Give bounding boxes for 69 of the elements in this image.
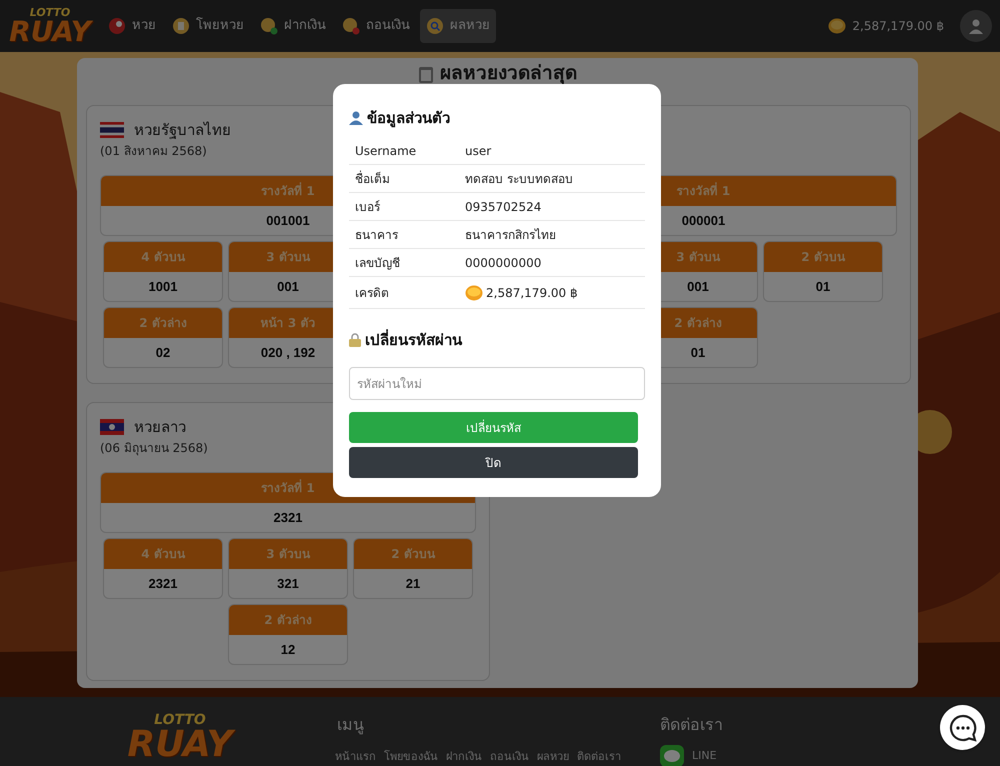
close-button[interactable]: ปิด: [349, 447, 638, 478]
coin-icon: [828, 17, 846, 35]
coin-icon: [172, 17, 190, 35]
chat-icon: [948, 714, 976, 742]
footer-link[interactable]: ผลหวย: [537, 749, 569, 766]
field-value: 0000000000: [465, 254, 542, 272]
draw-date: (06 มิถุนายน 2568): [100, 440, 208, 457]
prize-number: 001: [276, 278, 300, 296]
lock-icon: [349, 333, 361, 347]
prize-label: 2 ตัวล่าง: [104, 308, 222, 338]
prize-number: 1001: [148, 278, 178, 296]
nav-item[interactable]: ถอนเงิน: [336, 9, 416, 43]
change-password-button[interactable]: เปลี่ยนรหัส: [349, 412, 638, 443]
prize-number: 2321: [148, 574, 178, 593]
nav-item[interactable]: หวย: [102, 9, 162, 43]
field-label: ธนาคาร: [355, 226, 399, 244]
balance: 2,587,179.00 ฿: [852, 18, 944, 35]
chat-bubble-icon: [660, 745, 684, 766]
prize-number: 01: [814, 278, 832, 296]
page-title: ผลหวยงวดล่าสุด: [440, 64, 577, 83]
prize-number: 21: [404, 574, 422, 593]
field-label: Username: [355, 142, 418, 160]
prize-label: 2 ตัวบน: [764, 242, 882, 272]
flag-icon: [100, 419, 124, 435]
prize-number: 12: [280, 640, 296, 659]
search-icon: [426, 17, 444, 35]
line-link[interactable]: LINE: [692, 748, 717, 764]
nav-item[interactable]: โพยหวย: [166, 9, 250, 43]
coin-plus-icon: [260, 17, 278, 35]
user-icon: [349, 111, 363, 125]
field-label: เลขบัญชี: [355, 254, 401, 272]
nav-item[interactable]: ผลหวย: [420, 9, 496, 43]
footer-link[interactable]: ติดต่อเรา: [577, 749, 621, 766]
clipboard-icon: [418, 65, 434, 83]
user-icon: [968, 18, 984, 34]
logo[interactable]: LOTTO RUAY: [125, 713, 235, 766]
field-value: ธนาคารกสิกรไทย: [465, 226, 556, 244]
prize-number: 020 , 192: [260, 344, 316, 362]
prize-number: 01: [690, 344, 706, 362]
field-value: user: [465, 142, 492, 160]
prize-label: 2 ตัวล่าง: [229, 605, 347, 635]
prize-number: 001: [686, 278, 710, 296]
nav-item[interactable]: ฝากเงิน: [254, 9, 332, 43]
footer-link[interactable]: ฝากเงิน: [446, 749, 482, 766]
footer-link[interactable]: ถอนเงิน: [490, 749, 529, 766]
prize-label: 2 ตัวบน: [354, 539, 472, 569]
prize-number: 02: [154, 344, 172, 362]
section-title: เปลี่ยนรหัสผ่าน: [365, 328, 462, 351]
footer-link[interactable]: โพยของฉัน: [384, 749, 438, 766]
dialog-title: ข้อมูลส่วนตัว: [367, 108, 450, 130]
lottery-title: หวยรัฐบาลไทย: [134, 120, 231, 141]
user-button[interactable]: [960, 10, 992, 42]
footer-heading: ติดต่อเรา: [660, 714, 723, 736]
flag-icon: [100, 122, 124, 138]
prize-label: 4 ตัวบน: [104, 539, 222, 569]
draw-date: (01 สิงหาคม 2568): [100, 143, 207, 160]
footer-link[interactable]: หน้าแรก: [335, 749, 376, 766]
coin-minus-icon: [342, 17, 360, 35]
prize-number: 2321: [272, 508, 304, 527]
lottery-title: หวยลาว: [134, 416, 186, 438]
prize-label: 4 ตัวบน: [104, 242, 222, 272]
password-field[interactable]: รหัสผ่านใหม่: [349, 367, 645, 400]
ball-icon: [108, 17, 126, 35]
prize-label: 3 ตัวบน: [229, 539, 347, 569]
field-value: 2,587,179.00 ฿: [486, 284, 578, 302]
field-label: เครดิต: [355, 284, 390, 302]
footer-heading: เมนู: [337, 714, 365, 736]
prize-number: 321: [276, 574, 300, 593]
coin-icon: [465, 284, 483, 300]
